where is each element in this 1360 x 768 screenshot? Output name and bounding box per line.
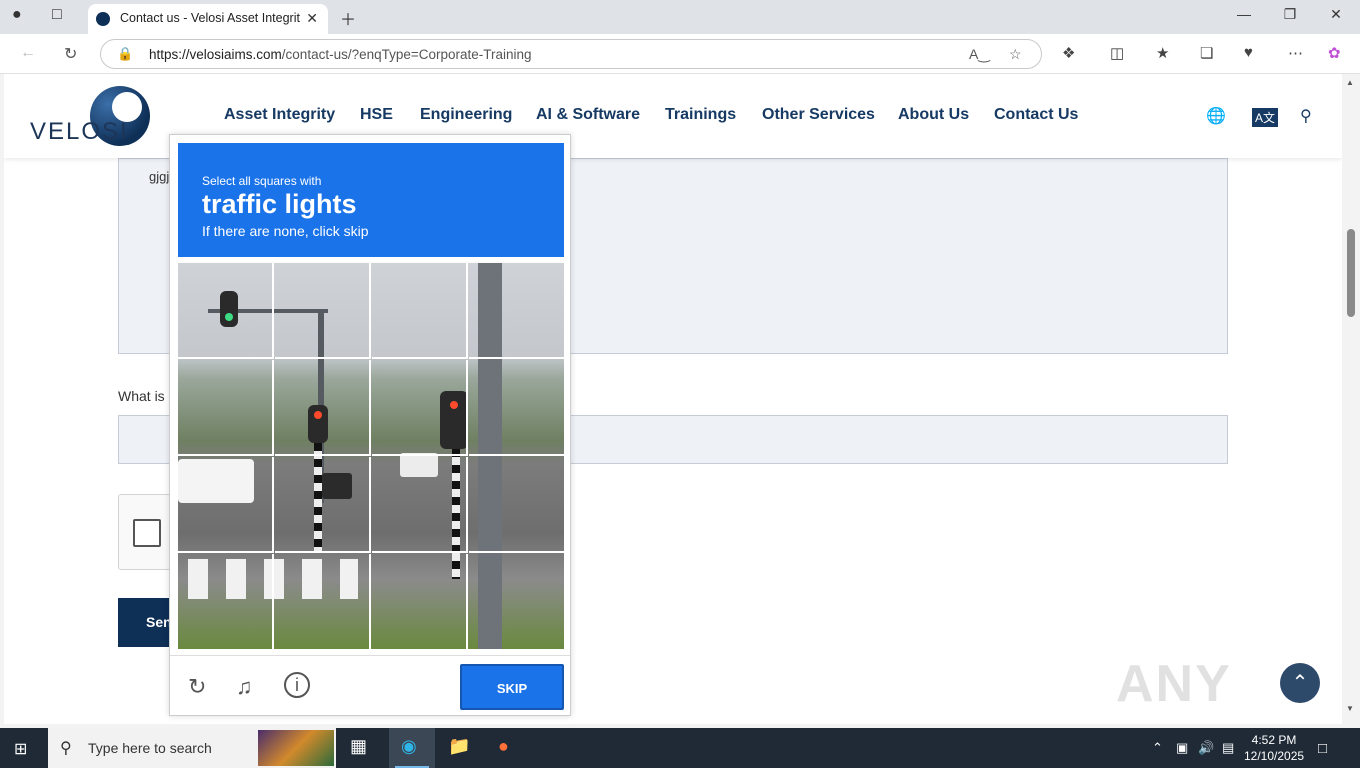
tab-title: Contact us - Velosi Asset Integrity <box>120 11 300 25</box>
performance-icon[interactable]: ♥ <box>1244 44 1253 61</box>
taskbar-search[interactable]: ⚲ Type here to search <box>48 728 336 768</box>
site-favicon-icon <box>96 12 110 26</box>
skip-button[interactable]: SKIP <box>460 664 564 710</box>
scroll-up-icon[interactable]: ▲ <box>1346 78 1354 87</box>
captcha-image-grid <box>178 263 564 649</box>
scroll-to-top-button[interactable]: ⌃ <box>1280 663 1320 703</box>
recaptcha-checkbox[interactable] <box>133 519 161 547</box>
split-screen-icon[interactable]: ◫ <box>1110 44 1124 62</box>
nav-asset-integrity[interactable]: Asset Integrity <box>224 106 335 124</box>
url-text: https://velosiaims.com/contact-us/?enqTy… <box>149 47 532 62</box>
close-tab-icon[interactable]: ✕ <box>306 10 318 27</box>
captcha-tile[interactable] <box>372 457 468 553</box>
tab-actions-icon[interactable]: □ <box>52 6 62 24</box>
nav-contact-us[interactable]: Contact Us <box>994 106 1078 124</box>
captcha-line3: If there are none, click skip <box>202 223 369 239</box>
firefox-icon[interactable]: ● <box>498 736 509 757</box>
favorites-icon[interactable]: ★ <box>1156 44 1169 62</box>
browser-tab[interactable]: Contact us - Velosi Asset Integrity ✕ <box>88 4 328 34</box>
taskbar-edge[interactable]: ◉ <box>389 728 435 768</box>
clock-date: 12/10/2025 <box>1244 749 1305 763</box>
velosi-logo-text[interactable]: VELOSI <box>30 118 129 146</box>
captcha-tile[interactable] <box>469 360 564 456</box>
nav-hse[interactable]: HSE <box>360 106 393 124</box>
scroll-down-icon[interactable]: ▼ <box>1346 704 1354 713</box>
restore-icon[interactable]: ❐ <box>1270 6 1310 23</box>
captcha-tile[interactable] <box>275 457 371 553</box>
nav-trainings[interactable]: Trainings <box>665 106 736 124</box>
copilot-icon[interactable]: ✿ <box>1328 44 1341 62</box>
collections-icon[interactable]: ❏ <box>1200 44 1213 62</box>
refresh-icon[interactable]: ↻ <box>188 674 206 700</box>
meet-icon[interactable]: ▣ <box>1176 740 1188 756</box>
captcha-tile[interactable] <box>178 457 274 553</box>
nav-other-services[interactable]: Other Services <box>762 106 875 124</box>
nav-ai-software[interactable]: AI & Software <box>536 106 640 124</box>
captcha-tile[interactable] <box>275 554 371 649</box>
back-icon[interactable]: ← <box>20 44 36 62</box>
browser-tab-strip: ● □ Contact us - Velosi Asset Integrity … <box>0 0 1360 34</box>
tray-chevron-icon[interactable]: ⌃ <box>1152 740 1163 756</box>
more-icon[interactable]: ⋯ <box>1288 44 1303 62</box>
info-icon[interactable]: i <box>284 672 310 698</box>
clock-time: 4:52 PM <box>1251 733 1297 747</box>
captcha-challenge-dialog: Select all squares with traffic lights I… <box>169 134 571 716</box>
task-view-icon[interactable]: ▦ <box>350 736 367 757</box>
captcha-tile[interactable] <box>275 360 371 456</box>
read-aloud-icon[interactable]: A‿ <box>969 46 990 63</box>
captcha-tile[interactable] <box>372 263 468 359</box>
search-highlight-image <box>258 730 334 766</box>
windows-start-icon[interactable]: ⊞ <box>14 739 27 759</box>
audio-challenge-icon[interactable]: ♫ <box>236 674 253 700</box>
reload-icon[interactable]: ↻ <box>64 44 77 64</box>
network-icon[interactable]: ▤ <box>1222 740 1234 756</box>
notifications-icon[interactable]: □ <box>1318 740 1327 757</box>
browser-toolbar: ← ↻ 🔒 https://velosiaims.com/contact-us/… <box>0 34 1360 74</box>
lock-icon[interactable]: 🔒 <box>117 46 133 62</box>
captcha-tile[interactable] <box>372 554 468 649</box>
page-scrollbar[interactable]: ▲ ▼ <box>1342 74 1360 724</box>
translate-icon[interactable]: A文 <box>1252 108 1279 127</box>
scroll-thumb[interactable] <box>1347 229 1355 317</box>
captcha-tile[interactable] <box>469 263 564 359</box>
nav-about-us[interactable]: About Us <box>898 106 969 124</box>
close-window-icon[interactable]: ✕ <box>1316 6 1356 23</box>
captcha-line1: Select all squares with <box>202 174 322 188</box>
search-icon: ⚲ <box>60 740 72 757</box>
favorite-icon[interactable]: ☆ <box>1009 46 1022 63</box>
edge-icon: ◉ <box>401 736 417 756</box>
file-explorer-icon[interactable]: 📁 <box>448 736 470 757</box>
captcha-tile[interactable] <box>372 360 468 456</box>
captcha-tile[interactable] <box>178 360 274 456</box>
profile-icon[interactable]: ● <box>12 6 22 24</box>
taskbar-search-placeholder: Type here to search <box>88 740 212 756</box>
windows-taskbar: ⊞ ⚲ Type here to search ▦ ◉ 📁 ● ⌃ ▣ 🔊 ▤ … <box>0 728 1360 768</box>
volume-icon[interactable]: 🔊 <box>1198 740 1214 756</box>
captcha-instructions: Select all squares with traffic lights I… <box>178 143 564 257</box>
captcha-tile[interactable] <box>469 457 564 553</box>
address-bar[interactable]: 🔒 https://velosiaims.com/contact-us/?enq… <box>100 39 1042 69</box>
nav-engineering[interactable]: Engineering <box>420 106 512 124</box>
minimize-icon[interactable]: — <box>1224 6 1264 22</box>
extensions-icon[interactable]: ❖ <box>1062 44 1075 62</box>
captcha-tile[interactable] <box>469 554 564 649</box>
message-value: gjgj <box>149 169 170 184</box>
captcha-target: traffic lights <box>202 189 357 219</box>
captcha-tile[interactable] <box>178 554 274 649</box>
globe-icon[interactable]: 🌐 <box>1206 106 1226 126</box>
taskbar-clock[interactable]: 4:52 PM 12/10/2025 <box>1244 732 1304 764</box>
captcha-footer: ↻ ♫ i SKIP <box>170 655 570 715</box>
new-tab-icon[interactable]: ＋ <box>340 6 356 30</box>
question-label: What is <box>118 388 165 404</box>
captcha-tile[interactable] <box>275 263 371 359</box>
search-icon[interactable]: ⚲ <box>1300 106 1312 126</box>
captcha-tile[interactable] <box>178 263 274 359</box>
